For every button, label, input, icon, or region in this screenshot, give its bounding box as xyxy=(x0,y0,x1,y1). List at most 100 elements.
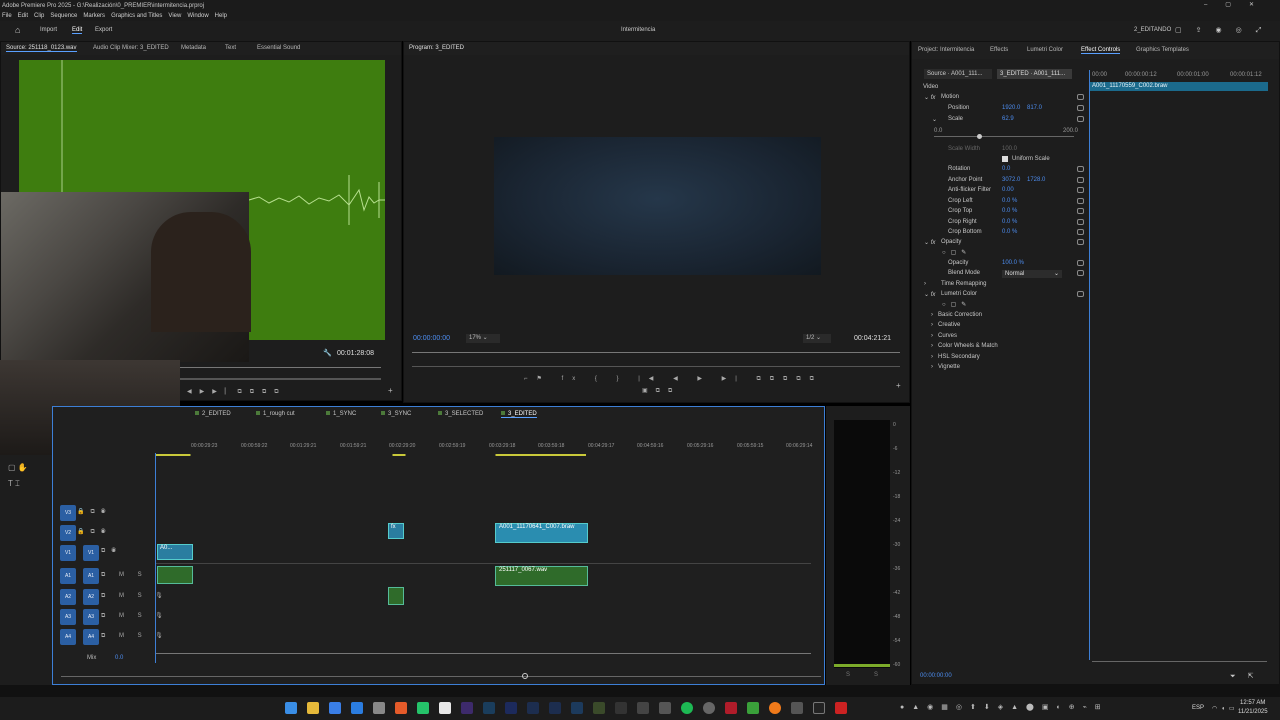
ec-lumetri-item-2[interactable]: › Curves xyxy=(931,333,957,339)
source-add-icon[interactable]: + xyxy=(388,386,393,395)
clip-v2-main[interactable]: A001_11170641_C007.braw xyxy=(495,523,588,543)
opacity-chevron-icon[interactable]: ⌄ fx xyxy=(924,239,935,246)
ec-sequence-select[interactable]: 3_EDITED · A001_111... xyxy=(997,69,1072,79)
reset-icon[interactable] xyxy=(1077,177,1084,183)
hand-tool-icon[interactable]: ▢ ✋ xyxy=(8,463,28,472)
tab-effect-controls[interactable]: Effect Controls xyxy=(1081,47,1121,54)
ec-anchor-x[interactable]: 3072.0 xyxy=(1002,177,1020,183)
ec-rotation-value[interactable]: 0.0 xyxy=(1002,166,1010,172)
meter-solo-right[interactable]: S xyxy=(874,672,878,678)
reset-icon[interactable] xyxy=(1077,94,1084,100)
ec-crop-right-value[interactable]: 0.0 % xyxy=(1002,219,1017,225)
ec-ruler[interactable]: 00:00 00:00:00:12 00:00:01:00 00:00:01:1… xyxy=(1090,72,1280,82)
tab-source[interactable]: Source: 251118_0123.wav xyxy=(6,45,77,52)
menu-window[interactable]: Window xyxy=(187,13,208,19)
reset-icon[interactable] xyxy=(1077,270,1084,276)
taskbar-app-icon[interactable] xyxy=(725,702,737,714)
seq-tab-2-edited[interactable]: 2_EDITED xyxy=(195,411,231,417)
ec-scale-slider-handle[interactable] xyxy=(977,134,982,139)
acrobat-icon[interactable] xyxy=(835,702,847,714)
taskbar-app-icon[interactable] xyxy=(747,702,759,714)
header-icons[interactable]: ▢⇪◉◎⤢ xyxy=(1175,26,1275,35)
lumetri-mask-icons[interactable]: ○▢✎ xyxy=(942,301,971,308)
file-explorer-icon[interactable] xyxy=(307,702,319,714)
ec-scale-slider[interactable] xyxy=(934,136,1074,137)
window-controls[interactable]: –▢✕ xyxy=(1204,1,1272,8)
ec-motion[interactable]: Motion xyxy=(941,94,959,100)
ec-position-x[interactable]: 1920.0 xyxy=(1002,105,1020,111)
chrome-icon[interactable] xyxy=(439,702,451,714)
system-tray-icons[interactable]: ●▲◉▦◎⬆⬇◈▲⬤▣◐⊕⌁⊞ xyxy=(900,703,1109,711)
clip-a1-a[interactable] xyxy=(157,566,193,584)
tab-audio-mixer[interactable]: Audio Clip Mixer: 3_EDITED xyxy=(93,45,169,51)
ec-footer-timecode[interactable]: 00:00:00:00 xyxy=(920,673,952,679)
ec-opacity-group[interactable]: Opacity xyxy=(941,239,961,245)
filter-export-icons[interactable]: ⏷⇱ xyxy=(1230,672,1265,681)
ec-opacity-value[interactable]: 100.0 % xyxy=(1002,260,1024,266)
tab-lumetri[interactable]: Lumetri Color xyxy=(1027,47,1063,53)
track-v1-source[interactable]: V1 xyxy=(83,545,99,561)
taskbar-app-icon[interactable] xyxy=(703,702,715,714)
program-timecode[interactable]: 00:00:00:00 xyxy=(413,335,450,342)
reset-icon[interactable] xyxy=(1077,291,1084,297)
clip-a1-main[interactable]: 251117_0067.wav xyxy=(495,566,588,586)
seq-tab-3-selected[interactable]: 3_SELECTED xyxy=(438,411,483,417)
spotify-icon[interactable] xyxy=(681,702,693,714)
ec-time-remap[interactable]: Time Remapping xyxy=(941,281,986,287)
ec-lumetri-item-1[interactable]: › Creative xyxy=(931,322,960,328)
track-v2-target[interactable]: V2 xyxy=(60,525,76,541)
tab-project[interactable]: Project: Intermitencia xyxy=(918,47,974,53)
ec-lumetri-item-5[interactable]: › Vignette xyxy=(931,364,960,370)
program-transport[interactable]: ⌐⚑ fx { } |◀ ◀ ▶ ▶| ⧉⧉⧉⧉⧉ xyxy=(524,375,823,383)
track-a3-target[interactable]: A3 xyxy=(60,609,76,625)
reset-icon[interactable] xyxy=(1077,198,1084,204)
reset-icon[interactable] xyxy=(1077,229,1084,235)
wifi-volume-icons[interactable]: ◠◖▭ xyxy=(1212,705,1239,712)
clip-a2-small[interactable] xyxy=(388,587,404,605)
zoom-select[interactable]: 17% ⌄ xyxy=(466,334,500,343)
reset-icon[interactable] xyxy=(1077,219,1084,225)
ec-position-y[interactable]: 817.0 xyxy=(1027,105,1042,111)
premiere-icon[interactable] xyxy=(461,702,473,714)
ec-crop-left-value[interactable]: 0.0 % xyxy=(1002,198,1017,204)
notion-icon[interactable] xyxy=(615,702,627,714)
lightroom-icon[interactable] xyxy=(549,702,561,714)
ec-lumetri-item-4[interactable]: › HSL Secondary xyxy=(931,354,980,360)
menu-sequence[interactable]: Sequence xyxy=(50,13,77,19)
language-indicator[interactable]: ESP xyxy=(1192,705,1204,711)
ec-clip-bar[interactable]: A001_11170559_C002.braw xyxy=(1090,82,1268,91)
reset-icon[interactable] xyxy=(1077,239,1084,245)
ec-lumetri-item-3[interactable]: › Color Wheels & Match xyxy=(931,343,998,349)
taskbar-app-icon[interactable] xyxy=(329,702,341,714)
reset-icon[interactable] xyxy=(1077,116,1084,122)
track-a2-controls[interactable]: ⧉ M S 🎙 xyxy=(101,592,169,600)
taskbar-app-icon[interactable] xyxy=(769,702,781,714)
menu-file[interactable]: File xyxy=(2,13,12,19)
lumetri-chevron-icon[interactable]: ⌄ fx xyxy=(924,291,935,298)
ec-crop-top-value[interactable]: 0.0 % xyxy=(1002,208,1017,214)
taskbar-app-icon[interactable] xyxy=(373,702,385,714)
clip-v1-a[interactable]: A0... xyxy=(157,544,193,560)
menu-view[interactable]: View xyxy=(168,13,181,19)
menu-edit[interactable]: Edit xyxy=(18,13,28,19)
timeline-scrollbar[interactable] xyxy=(61,676,821,677)
seq-tab-3-edited[interactable]: 3_EDITED xyxy=(501,411,537,418)
track-a1-source[interactable]: A1 xyxy=(83,568,99,584)
taskbar-app-icon[interactable] xyxy=(659,702,671,714)
reset-icon[interactable] xyxy=(1077,166,1084,172)
track-v1-target[interactable]: V1 xyxy=(60,545,76,561)
time-remap-chevron-icon[interactable]: › xyxy=(924,281,926,287)
program-add-icon[interactable]: + xyxy=(896,381,901,390)
mix-value[interactable]: 0.0 xyxy=(115,655,123,661)
ec-source-select[interactable]: Source · A001_111... xyxy=(924,69,992,79)
program-scrub-bar[interactable] xyxy=(412,352,900,353)
rush-icon[interactable] xyxy=(505,702,517,714)
source-transport[interactable]: ◀▶▶▏⧉⧉⧉⧉ xyxy=(187,388,287,396)
wrench-icon[interactable]: 🔧 xyxy=(323,349,332,357)
program-title[interactable]: Program: 3_EDITED xyxy=(409,45,464,51)
home-icon[interactable]: ⌂ xyxy=(15,25,20,35)
ec-antiflicker-value[interactable]: 0.00 xyxy=(1002,187,1014,193)
ec-playhead[interactable] xyxy=(1089,70,1090,660)
ec-lumetri[interactable]: Lumetri Color xyxy=(941,291,977,297)
track-v1-controls[interactable]: ⧉◉ xyxy=(101,548,122,555)
